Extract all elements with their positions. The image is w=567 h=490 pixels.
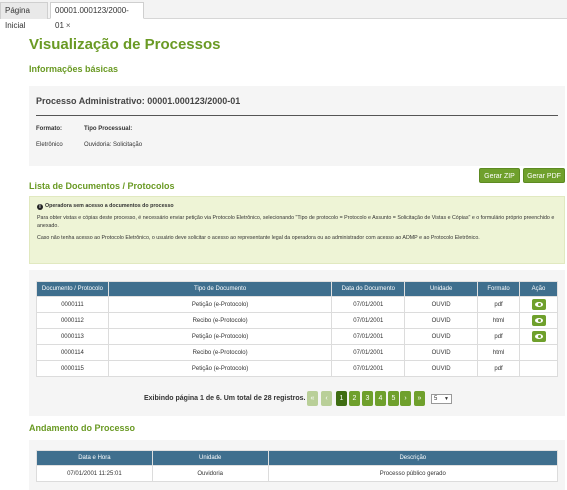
- cell-action: [519, 328, 558, 345]
- next-page-button[interactable]: ›: [400, 391, 411, 406]
- table-row: 07/01/2001 11:25:01 Ouvidoria Processo púb…: [36, 465, 559, 482]
- col-document[interactable]: Documento / Protocolo: [36, 281, 109, 297]
- col-action: Ação: [519, 281, 558, 297]
- table-row: 0000115 Petição (e-Protocolo) 07/01/2001 OU…: [36, 360, 558, 377]
- cell-datetime: 07/01/2001 11:25:01: [36, 465, 153, 482]
- cell-unit: OUVID: [404, 360, 479, 377]
- documents-table: Documento / Protocolo Tipo de Documento …: [36, 281, 558, 377]
- cell-type: Petição (e-Protocolo): [107, 328, 333, 345]
- tab-bar: Página Inicial 00001.000123/2000-01 ×: [0, 0, 567, 30]
- format-label: Formato:: [36, 126, 62, 132]
- prev-page-button[interactable]: ‹: [321, 391, 332, 406]
- page-button-2[interactable]: 2: [349, 391, 360, 406]
- access-notice: i Operadora sem acesso a documentos do pr…: [29, 196, 565, 264]
- page-size-select[interactable]: 5 ▼: [431, 394, 452, 404]
- documents-title: Lista de Documentos / Protocolos: [29, 181, 175, 191]
- cell-action: [519, 296, 558, 313]
- chevron-down-icon: ▼: [444, 396, 449, 402]
- first-page-button[interactable]: «: [307, 391, 318, 406]
- page-button-3[interactable]: 3: [362, 391, 373, 406]
- progress-table: Data e Hora Unidade Descrição 07/01/2001…: [36, 450, 559, 482]
- cell-document: 0000115: [36, 360, 109, 377]
- col-datetime[interactable]: Data e Hora: [36, 450, 153, 466]
- cell-document: 0000114: [36, 344, 109, 361]
- col-description[interactable]: Descrição: [267, 450, 559, 466]
- eye-icon[interactable]: [531, 299, 546, 310]
- table-row: 0000113 Petição (e-Protocolo) 07/01/2001 OU…: [36, 328, 558, 345]
- cell-format: pdf: [477, 328, 521, 345]
- col-format[interactable]: Formato: [477, 281, 521, 297]
- basic-info-panel: Processo Administrativo: 00001.000123/20…: [29, 86, 565, 166]
- generate-zip-button[interactable]: Gerar ZIP: [479, 168, 520, 183]
- notice-title: i Operadora sem acesso a documentos do pr…: [37, 202, 557, 210]
- tab-home-label: Página Inicial: [5, 6, 30, 30]
- type-value: Ouvidoria: Solicitação: [84, 142, 143, 148]
- progress-panel: Data e Hora Unidade Descrição 07/01/2001…: [29, 440, 565, 490]
- cell-type: Petição (e-Protocolo): [107, 296, 333, 313]
- cell-action: [519, 312, 558, 329]
- cell-date: 07/01/2001: [331, 312, 406, 329]
- col-unit[interactable]: Unidade: [404, 281, 479, 297]
- cell-format: pdf: [477, 360, 521, 377]
- page-title: Visualização de Processos: [29, 36, 221, 53]
- documents-header-row: Documento / Protocolo Tipo de Documento …: [36, 281, 558, 297]
- cell-document: 0000112: [36, 312, 109, 329]
- cell-format: html: [477, 344, 521, 361]
- basic-info-title: Informações básicas: [29, 64, 119, 74]
- last-page-button[interactable]: »: [414, 391, 425, 406]
- col-date[interactable]: Data do Documento: [331, 281, 406, 297]
- notice-title-text: Operadora sem acesso a documentos do pro…: [45, 203, 174, 209]
- cell-format: pdf: [477, 296, 521, 313]
- col-progress-unit[interactable]: Unidade: [151, 450, 269, 466]
- progress-header-row: Data e Hora Unidade Descrição: [36, 450, 559, 466]
- eye-icon[interactable]: [531, 331, 546, 342]
- col-type[interactable]: Tipo de Documento: [107, 281, 333, 297]
- cell-date: 07/01/2001: [331, 328, 406, 345]
- cell-date: 07/01/2001: [331, 360, 406, 377]
- tab-home[interactable]: Página Inicial: [0, 2, 48, 30]
- notice-paragraph-2: Caso não tenha acesso ao Protocolo Eletr…: [37, 235, 480, 241]
- cell-date: 07/01/2001: [331, 296, 406, 313]
- cell-unit: OUVID: [404, 296, 479, 313]
- type-label: Tipo Processual:: [84, 126, 133, 132]
- cell-progress-unit: Ouvidoria: [151, 465, 269, 482]
- divider: [36, 115, 558, 116]
- cell-action: [519, 360, 558, 377]
- table-row: 0000111 Petição (e-Protocolo) 07/01/2001 OU…: [36, 296, 558, 313]
- cell-date: 07/01/2001: [331, 344, 406, 361]
- close-icon[interactable]: ×: [66, 21, 71, 30]
- info-icon: i: [37, 204, 43, 210]
- progress-title: Andamento do Processo: [29, 423, 136, 433]
- tab-process[interactable]: 00001.000123/2000-01 ×: [50, 2, 144, 30]
- generate-pdf-button[interactable]: Gerar PDF: [523, 168, 565, 183]
- page-button-4[interactable]: 4: [375, 391, 386, 406]
- cell-type: Recibo (e-Protocolo): [107, 312, 333, 329]
- cell-description: Processo público gerado: [267, 465, 559, 482]
- format-value: Eletrônico: [36, 142, 63, 148]
- cell-format: html: [477, 312, 521, 329]
- page-button-1[interactable]: 1: [336, 391, 347, 406]
- cell-action: [519, 344, 558, 361]
- table-row: 0000114 Recibo (e-Protocolo) 07/01/2001 OUV…: [36, 344, 558, 361]
- cell-unit: OUVID: [404, 312, 479, 329]
- eye-icon[interactable]: [531, 315, 546, 326]
- notice-paragraph-1: Para obter vistas e cópias deste process…: [37, 215, 555, 229]
- cell-type: Petição (e-Protocolo): [107, 360, 333, 377]
- process-title: Processo Administrativo: 00001.000123/20…: [36, 96, 241, 106]
- cell-unit: OUVID: [404, 328, 479, 345]
- cell-type: Recibo (e-Protocolo): [107, 344, 333, 361]
- page-size-value: 5: [434, 396, 438, 402]
- page-button-5[interactable]: 5: [388, 391, 399, 406]
- cell-unit: OUVID: [404, 344, 479, 361]
- table-row: 0000112 Recibo (e-Protocolo) 07/01/2001 OUV…: [36, 312, 558, 329]
- cell-document: 0000111: [36, 296, 109, 313]
- cell-document: 0000113: [36, 328, 109, 345]
- pagination-summary: Exibindo página 1 de 6. Um total de 28 r…: [144, 395, 306, 402]
